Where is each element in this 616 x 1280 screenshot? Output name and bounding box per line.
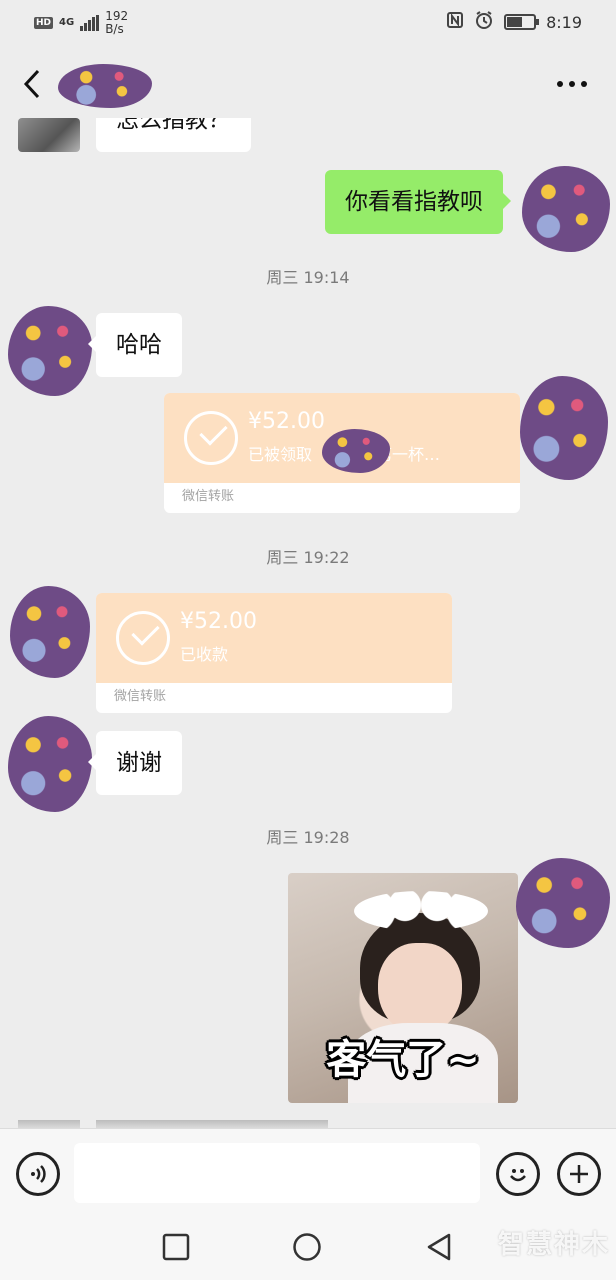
transfer-card-outgoing[interactable]: ¥52.00 已被领取 的第一杯… 微信转账 <box>164 393 520 513</box>
status-bar: HD 4G 192 B/s 8:19 <box>0 0 616 46</box>
transfer-status: 已收款 <box>180 645 229 664</box>
timestamp: 周三 19:28 <box>266 828 350 847</box>
clock: 8:19 <box>546 12 582 32</box>
emoji-icon <box>510 1169 526 1182</box>
check-circle-icon <box>116 611 170 665</box>
contact-avatar[interactable] <box>8 716 92 812</box>
transfer-card-incoming[interactable]: ¥52.00 已收款 微信转账 <box>96 593 452 713</box>
chat-header <box>0 46 616 122</box>
contact-avatar[interactable] <box>10 586 90 678</box>
plus-button[interactable] <box>557 1152 601 1196</box>
transfer-amount: ¥52.00 <box>180 609 257 634</box>
triangle-back-icon <box>427 1233 451 1261</box>
status-right: 8:19 <box>446 10 582 34</box>
timestamp: 周三 19:14 <box>266 268 350 287</box>
my-avatar[interactable] <box>520 376 608 480</box>
home-button[interactable] <box>292 1232 322 1262</box>
transfer-amount: ¥52.00 <box>248 409 325 434</box>
hd-badge: HD <box>34 17 54 29</box>
sticker-face <box>378 943 462 1035</box>
chevron-left-icon <box>23 69 40 99</box>
network-speed: 192 B/s <box>105 10 128 36</box>
name-redaction <box>322 429 390 473</box>
message-bubble-incoming[interactable]: 谢谢 <box>88 731 182 795</box>
status-left: HD 4G 192 B/s <box>34 10 128 36</box>
check-circle-icon <box>184 411 238 465</box>
transfer-label: 微信转账 <box>114 689 167 704</box>
message-text: 哈哈 <box>116 332 162 358</box>
nav-back-button[interactable] <box>424 1232 454 1262</box>
sticker-flower-crown <box>354 891 488 931</box>
alarm-icon <box>474 10 494 34</box>
sticker-caption: 客气了~ <box>326 1037 480 1083</box>
message-bubble-incoming[interactable]: 怎么指教？ <box>96 118 251 152</box>
contact-avatar[interactable] <box>18 118 80 152</box>
battery-icon <box>504 14 540 30</box>
input-bar <box>0 1128 616 1218</box>
more-button[interactable] <box>550 70 594 98</box>
timestamp: 周三 19:22 <box>266 548 350 567</box>
message-bubble-outgoing[interactable]: 你看看指教呗 <box>325 170 511 234</box>
plus-icon <box>570 1165 588 1183</box>
message-bubble-incoming[interactable]: 哈哈 <box>88 313 182 377</box>
message-input[interactable] <box>74 1143 480 1203</box>
voice-button[interactable] <box>16 1152 60 1196</box>
message-text: 你看看指教呗 <box>345 189 483 215</box>
speed-unit: B/s <box>105 22 124 36</box>
speed-value: 192 <box>105 9 129 23</box>
sticker-message[interactable]: 客气了~ <box>288 873 518 1103</box>
transfer-card-body: ¥52.00 已收款 <box>96 593 452 683</box>
nfc-icon <box>446 11 464 33</box>
contact-name-redaction <box>58 64 152 108</box>
transfer-label: 微信转账 <box>182 489 235 504</box>
transfer-card-body: ¥52.00 已被领取 的第一杯… <box>164 393 520 483</box>
back-button[interactable] <box>14 62 50 106</box>
my-avatar[interactable] <box>516 858 610 948</box>
circle-icon <box>293 1233 321 1261</box>
recent-apps-button[interactable] <box>161 1232 191 1262</box>
more-dots-icon <box>557 81 587 87</box>
my-avatar[interactable] <box>522 166 610 252</box>
message-text: 怎么指教？ <box>116 118 231 133</box>
contact-avatar[interactable] <box>8 306 92 396</box>
emoji-button[interactable] <box>496 1152 540 1196</box>
network-type: 4G <box>59 17 75 28</box>
message-text: 谢谢 <box>116 750 162 776</box>
watermark-logo: 智慧神木 <box>497 1230 610 1260</box>
voice-icon <box>31 1165 46 1183</box>
signal-icon <box>80 15 100 31</box>
square-icon <box>162 1233 190 1261</box>
